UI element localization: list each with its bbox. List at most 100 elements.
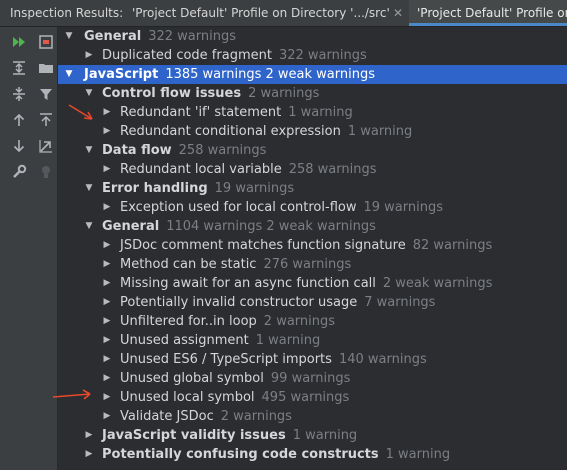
next-icon[interactable] — [9, 136, 29, 156]
collapsed-arrow-icon[interactable]: ▶ — [102, 407, 112, 426]
collapsed-arrow-icon[interactable]: ▶ — [84, 426, 94, 445]
tree-node-label: JSDoc comment matches function signature… — [120, 236, 492, 255]
tab-directory-profile[interactable]: 'Project Default' Profile on Directory '… — [126, 0, 396, 26]
warning-count: 276 warnings — [263, 257, 352, 272]
tree-node-label: General 322 warnings — [84, 27, 236, 46]
open-source-icon[interactable] — [36, 136, 56, 156]
tree-node-label: Error handling 19 warnings — [102, 179, 294, 198]
collapsed-arrow-icon[interactable]: ▶ — [102, 255, 112, 274]
collapsed-arrow-icon[interactable]: ▶ — [102, 331, 112, 350]
collapsed-arrow-icon[interactable]: ▶ — [102, 236, 112, 255]
filter-icon[interactable] — [36, 84, 56, 104]
tree-node-label: Exception used for local control-flow 19 … — [120, 198, 443, 217]
expanded-arrow-icon[interactable]: ▼ — [84, 179, 94, 198]
tree-node-label: JavaScript validity issues 1 warning — [102, 426, 357, 445]
inspection-item-exception-used-for-local-control-flow[interactable]: ▶ Exception used for local control-flow 19… — [58, 198, 567, 217]
inspection-group-control-flow-issues[interactable]: ▼ Control flow issues 2 warnings — [58, 84, 567, 103]
warning-count: 99 warnings — [270, 371, 351, 386]
collapsed-arrow-icon[interactable]: ▶ — [102, 103, 112, 122]
node-title: JavaScript — [84, 67, 159, 82]
inspection-item-unused-local-symbol[interactable]: ▶ Unused local symbol 495 warnings — [58, 388, 567, 407]
collapsed-arrow-icon[interactable]: ▶ — [102, 312, 112, 331]
warning-count: 258 warnings — [178, 143, 267, 158]
inspection-item-potentially-invalid-constructor-usage[interactable]: ▶ Potentially invalid constructor usage 7 … — [58, 293, 567, 312]
expanded-arrow-icon[interactable]: ▼ — [84, 217, 94, 236]
tree-node-label: Potentially confusing code constructs 1 w… — [102, 445, 450, 464]
inspection-item-redundant-if-statement[interactable]: ▶ Redundant 'if' statement 1 warning — [58, 103, 567, 122]
inspection-item-validate-jsdoc[interactable]: ▶ Validate JSDoc 2 warnings — [58, 407, 567, 426]
inspection-item-redundant-local-variable[interactable]: ▶ Redundant local variable 258 warnings — [58, 160, 567, 179]
inspection-item-unused-global-symbol[interactable]: ▶ Unused global symbol 99 warnings — [58, 369, 567, 388]
node-title: Error handling — [102, 181, 208, 196]
node-title: Method can be static — [120, 257, 257, 272]
collapse-all-icon[interactable] — [9, 84, 29, 104]
tree-node-label: JavaScript 1385 warnings 2 weak warnings — [84, 65, 375, 84]
inspection-item-redundant-conditional-expression[interactable]: ▶ Redundant conditional expression 1 warni… — [58, 122, 567, 141]
expanded-arrow-icon[interactable]: ▼ — [64, 27, 74, 46]
inspection-item-unused-assignment[interactable]: ▶ Unused assignment 1 warning — [58, 331, 567, 350]
warning-count: 2 warnings — [220, 409, 292, 424]
warning-count: 1 warning — [255, 333, 321, 348]
collapsed-arrow-icon[interactable]: ▶ — [102, 160, 112, 179]
inspection-group-duplicated-code-fragment[interactable]: ▶ Duplicated code fragment 322 warnings — [58, 46, 567, 65]
inspection-group-javascript[interactable]: ▼ JavaScript 1385 warnings 2 weak warnings — [58, 65, 567, 84]
inspection-item-unfiltered-for-in-loop[interactable]: ▶ Unfiltered for..in loop 2 warnings — [58, 312, 567, 331]
inspection-group-data-flow[interactable]: ▼ Data flow 258 warnings — [58, 141, 567, 160]
inspection-item-jsdoc-comment-matches-function-signature[interactable]: ▶ JSDoc comment matches function signatur… — [58, 236, 567, 255]
settings-wrench-icon[interactable] — [9, 162, 29, 182]
inspection-item-missing-await-for-an-async-function-call[interactable]: ▶ Missing await for an async function cal… — [58, 274, 567, 293]
warning-count: 495 warnings — [261, 390, 350, 405]
tree-node-label: Potentially invalid constructor usage 7 w… — [120, 293, 435, 312]
expanded-arrow-icon[interactable]: ▼ — [64, 65, 74, 84]
inspection-group-potentially-confusing-code-constructs[interactable]: ▶ Potentially confusing code constructs 1 … — [58, 445, 567, 464]
expanded-arrow-icon[interactable]: ▼ — [84, 141, 94, 160]
inspection-group-javascript-validity-issues[interactable]: ▶ JavaScript validity issues 1 warning — [58, 426, 567, 445]
warning-count: 1 warning — [385, 447, 451, 462]
warning-count: 2 warnings — [263, 314, 336, 329]
node-title: Unused global symbol — [120, 371, 264, 386]
node-title: JavaScript validity issues — [102, 428, 286, 443]
tree-node-label: Unused local symbol 495 warnings — [120, 388, 349, 407]
node-title: Unfiltered for..in loop — [120, 314, 257, 329]
collapsed-arrow-icon[interactable]: ▶ — [102, 198, 112, 217]
inspection-group-general[interactable]: ▼ General 1104 warnings 2 weak warnings — [58, 217, 567, 236]
warning-count: 1 warning — [288, 105, 353, 120]
warning-count: 19 warnings — [214, 181, 295, 196]
collapsed-arrow-icon[interactable]: ▶ — [102, 274, 112, 293]
collapsed-arrow-icon[interactable]: ▶ — [102, 388, 112, 407]
tab-project-profile-active[interactable]: 'Project Default' Profile on — [409, 0, 567, 26]
inspection-item-method-can-be-static[interactable]: ▶ Method can be static 276 warnings — [58, 255, 567, 274]
inspection-toolbar — [0, 27, 58, 470]
autoscroll-icon[interactable] — [36, 110, 56, 130]
collapsed-arrow-icon[interactable]: ▶ — [102, 293, 112, 312]
tree-node-label: Unused global symbol 99 warnings — [120, 369, 350, 388]
previous-icon[interactable] — [9, 110, 29, 130]
node-title: Redundant conditional expression — [120, 124, 341, 139]
tree-node-label: Unfiltered for..in loop 2 warnings — [120, 312, 335, 331]
collapsed-arrow-icon[interactable]: ▶ — [102, 122, 112, 141]
tree-node-label: Method can be static 276 warnings — [120, 255, 351, 274]
collapsed-arrow-icon[interactable]: ▶ — [102, 369, 112, 388]
group-by-directory-icon[interactable] — [36, 58, 56, 78]
tree-node-label: Unused ES6 / TypeScript imports 140 warni… — [120, 350, 427, 369]
collapsed-arrow-icon[interactable]: ▶ — [102, 350, 112, 369]
lightbulb-icon — [36, 162, 56, 182]
collapsed-arrow-icon[interactable]: ▶ — [84, 445, 94, 464]
inspection-item-unused-es6-typescript-imports[interactable]: ▶ Unused ES6 / TypeScript imports 140 warn… — [58, 350, 567, 369]
collapsed-arrow-icon[interactable]: ▶ — [84, 46, 94, 65]
warning-count: 1 warning — [347, 124, 413, 139]
expand-all-icon[interactable] — [9, 58, 29, 78]
tab-close-icon[interactable]: ✕ — [393, 0, 403, 26]
warning-count: 82 warnings — [412, 238, 493, 253]
rerun-icon[interactable] — [9, 32, 29, 52]
inspection-group-error-handling[interactable]: ▼ Error handling 19 warnings — [58, 179, 567, 198]
node-title: Missing await for an async function call — [120, 276, 376, 291]
tree-node-label: General 1104 warnings 2 weak warnings — [102, 217, 376, 236]
node-title: General — [102, 219, 160, 234]
warning-count: 1 warning — [292, 428, 358, 443]
node-title: Unused ES6 / TypeScript imports — [120, 352, 332, 367]
node-title: Exception used for local control-flow — [120, 200, 357, 215]
expanded-arrow-icon[interactable]: ▼ — [84, 84, 94, 103]
inspection-group-general[interactable]: ▼ General 322 warnings — [58, 27, 567, 46]
export-icon[interactable] — [36, 32, 56, 52]
